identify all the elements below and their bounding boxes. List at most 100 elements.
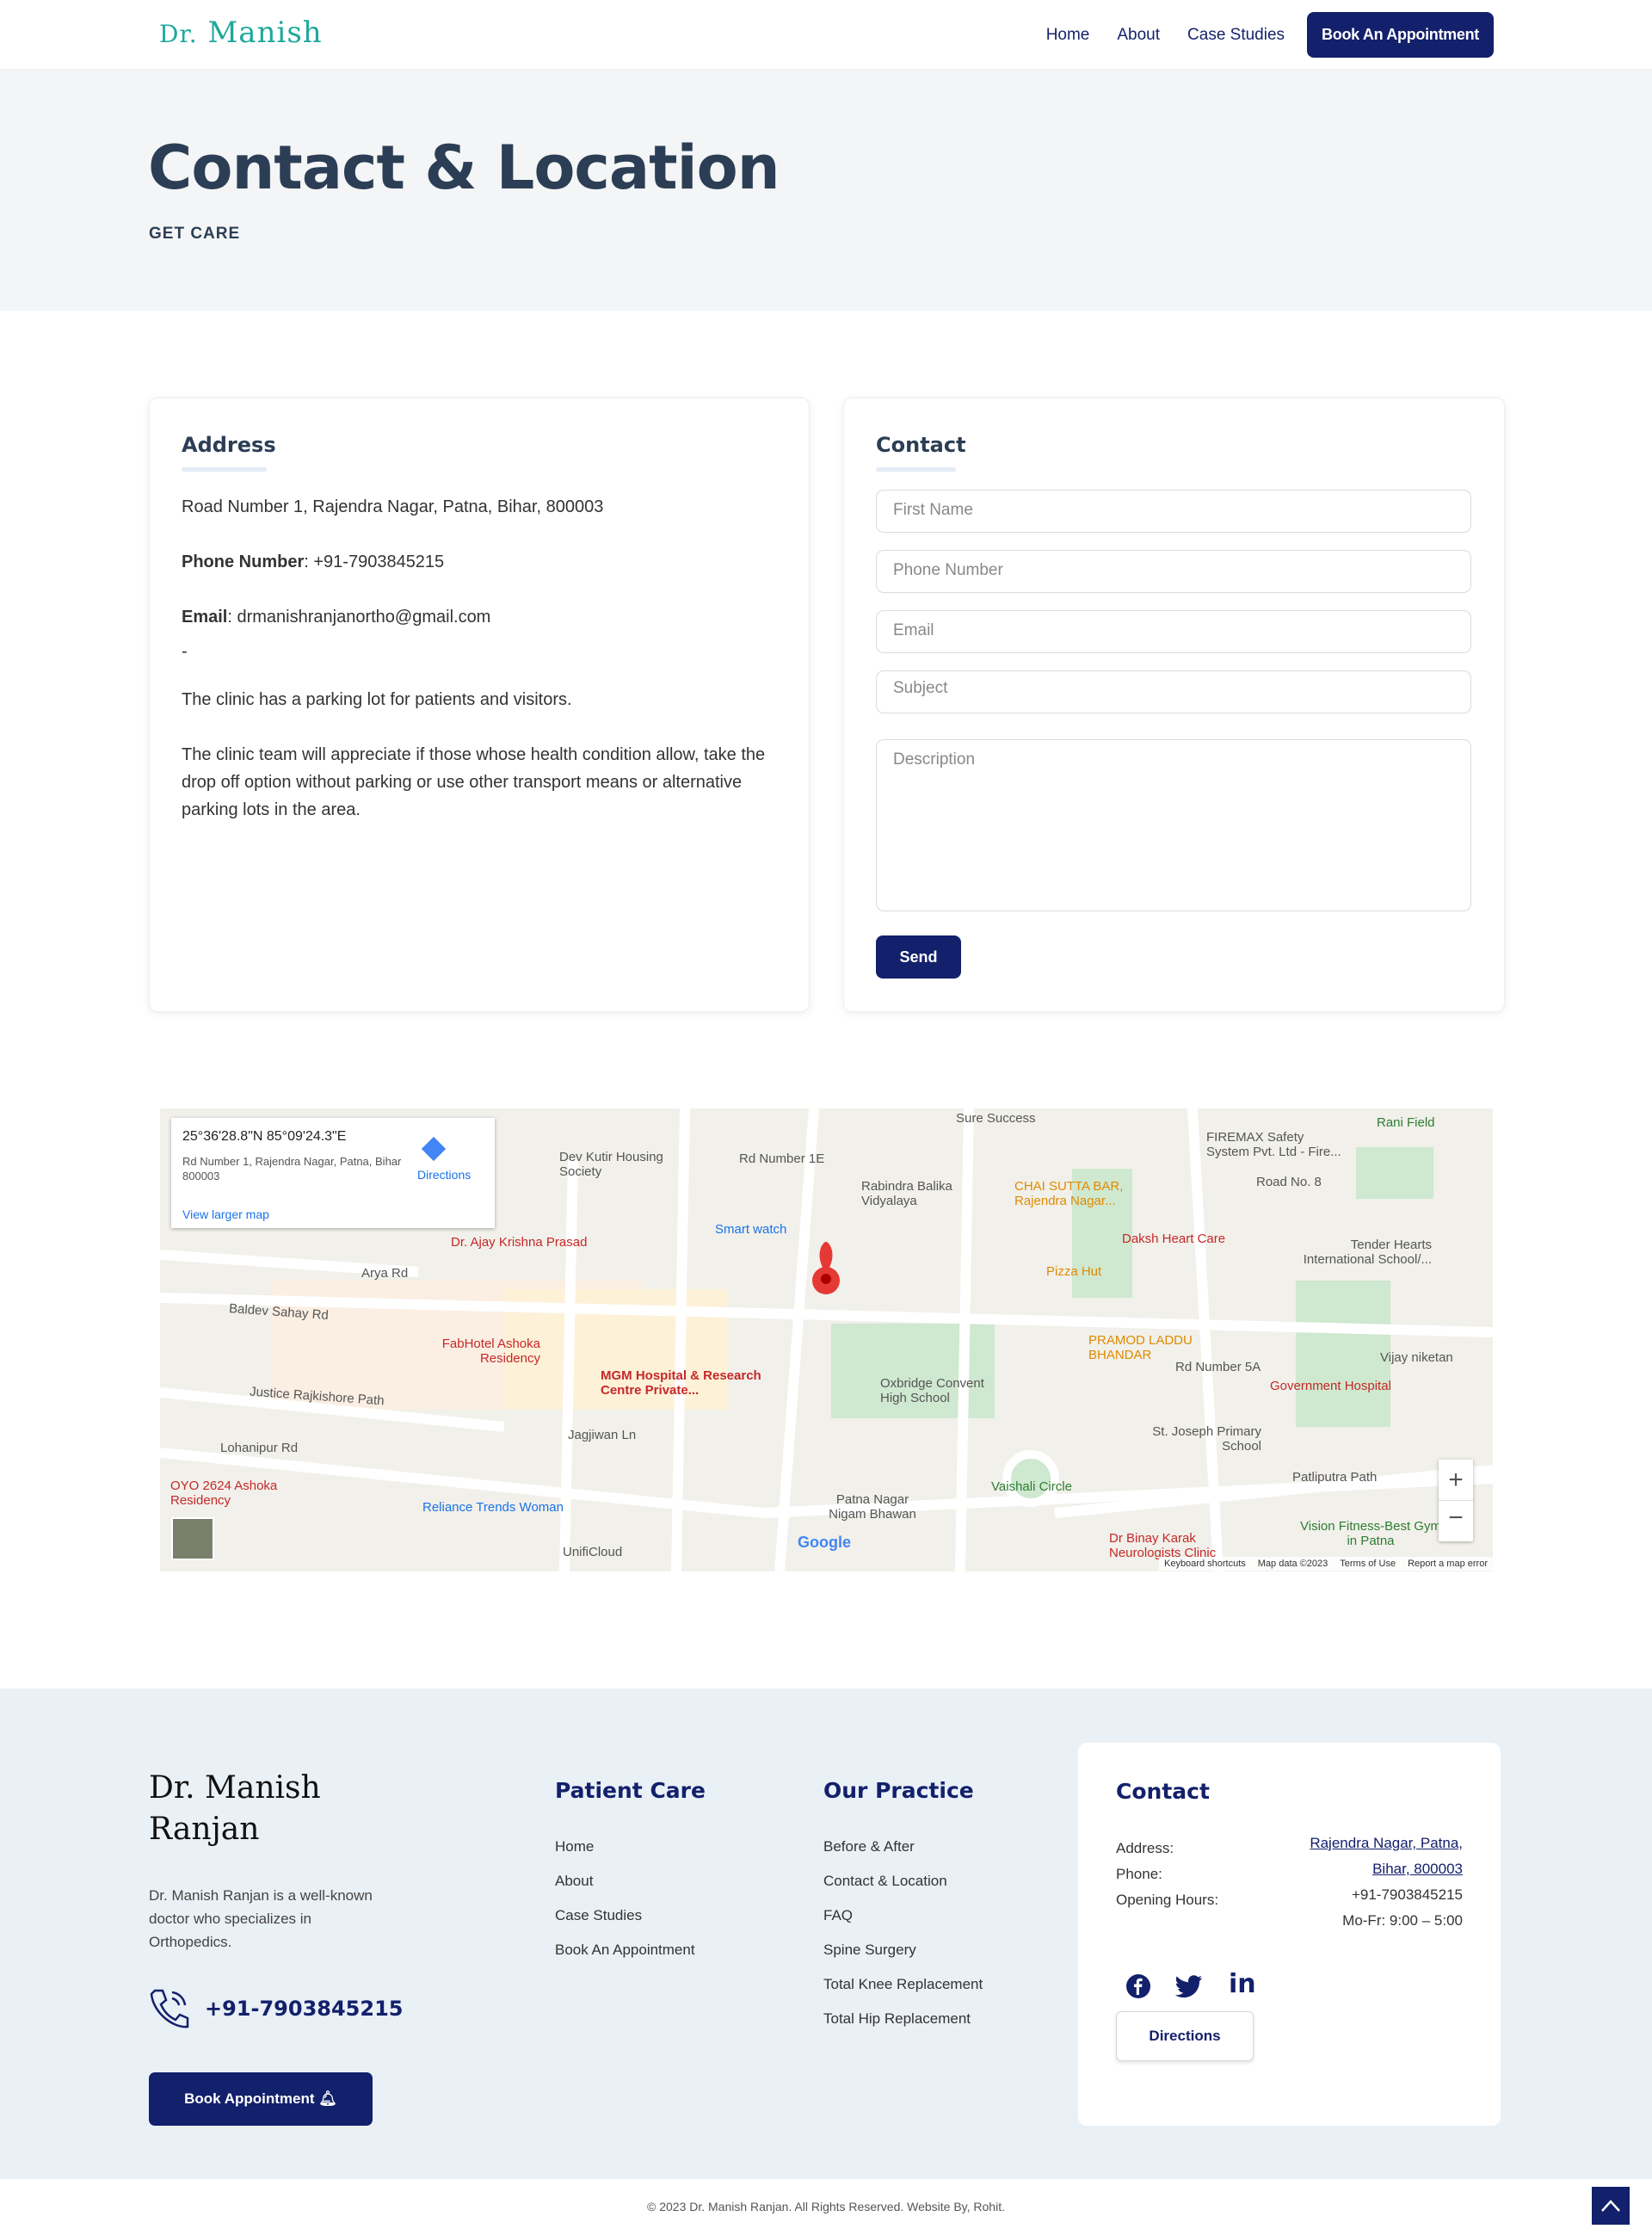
twitter-icon[interactable]: [1175, 1975, 1203, 1997]
footer-link-about[interactable]: About: [555, 1873, 593, 1890]
address-heading: Address: [182, 433, 276, 457]
map-label: Road No. 8: [1256, 1175, 1322, 1189]
footer-link-hip[interactable]: Total Hip Replacement: [823, 2010, 971, 2028]
nav-case-studies[interactable]: Case Studies: [1187, 26, 1285, 45]
map-label[interactable]: Rani Field: [1377, 1115, 1435, 1130]
footer-link-case-studies[interactable]: Case Studies: [555, 1907, 642, 1924]
footer-contact-card: Contact Address: Phone: Opening Hours: R…: [1078, 1743, 1501, 2126]
main-nav: Home About Case Studies Book An Appointm…: [1046, 12, 1494, 58]
map-label[interactable]: Sure Success: [956, 1111, 1036, 1126]
map-label[interactable]: Dev Kutir Housing Society: [559, 1150, 671, 1179]
footer-link-book[interactable]: Book An Appointment: [555, 1942, 695, 1959]
nav-home[interactable]: Home: [1046, 26, 1090, 45]
map-label[interactable]: Smart watch: [715, 1222, 786, 1237]
map-label: Rd Number 5A: [1175, 1360, 1261, 1374]
email-line: Email: drmanishranjanortho@gmail.com: [182, 608, 491, 627]
footer-phone[interactable]: +91-7903845215: [205, 1997, 403, 2021]
patient-care-heading: Patient Care: [555, 1778, 706, 1803]
footer-link-spine[interactable]: Spine Surgery: [823, 1942, 916, 1959]
keyboard-shortcuts-link[interactable]: Keyboard shortcuts: [1164, 1559, 1246, 1569]
facebook-icon[interactable]: [1125, 1973, 1151, 1999]
zoom-out-button[interactable]: −: [1439, 1500, 1473, 1540]
map-info-box: 25°36'28.8"N 85°09'24.3"E Rd Number 1, R…: [171, 1118, 495, 1228]
map-label[interactable]: Patna Nagar Nigam Bhawan: [825, 1492, 920, 1522]
map-label[interactable]: Reliance Trends Woman: [422, 1500, 564, 1515]
contact-form-card: Contact First Name Phone Number Email Su…: [843, 398, 1505, 1012]
bell-icon: 🔔︎: [318, 2090, 337, 2107]
map-label[interactable]: PRAMOD LADDU BHANDAR: [1088, 1333, 1209, 1362]
first-name-input[interactable]: First Name: [876, 490, 1471, 533]
map-label[interactable]: Pizza Hut: [1046, 1264, 1101, 1279]
map-label[interactable]: FabHotel Ashoka Residency: [437, 1337, 540, 1366]
scroll-top-button[interactable]: [1592, 2187, 1630, 2225]
map-label[interactable]: Vaishali Circle: [991, 1479, 1072, 1494]
map-label[interactable]: Oxbridge Convent High School: [880, 1376, 1009, 1405]
heading-underline: [182, 467, 267, 472]
view-larger-map-link[interactable]: View larger map: [182, 1207, 269, 1221]
description-textarea[interactable]: Description: [876, 739, 1471, 911]
footer-contact-heading: Contact: [1116, 1779, 1210, 1804]
map-coordinates: 25°36'28.8"N 85°09'24.3"E: [182, 1129, 347, 1144]
embedded-map[interactable]: 25°36'28.8"N 85°09'24.3"E Rd Number 1, R…: [160, 1108, 1493, 1571]
map-label[interactable]: MGM Hospital & Research Centre Private..…: [601, 1368, 781, 1398]
zoom-controls: + −: [1439, 1460, 1473, 1541]
map-label[interactable]: Dr. Ajay Krishna Prasad: [451, 1235, 587, 1250]
contact-heading: Contact: [876, 433, 966, 457]
map-label[interactable]: Vijay niketan: [1380, 1350, 1453, 1365]
map-label[interactable]: Tender Hearts International School/...: [1285, 1238, 1432, 1267]
footer-about: Dr. Manish Ranjan is a well-known doctor…: [149, 1887, 373, 1950]
footer-link-faq[interactable]: FAQ: [823, 1907, 853, 1924]
footer-address-link1[interactable]: Rajendra Nagar, Patna,: [1310, 1835, 1463, 1852]
map-data-text: Map data ©2023: [1257, 1559, 1328, 1569]
dash-text: -: [182, 642, 188, 661]
map-label[interactable]: FIREMAX Safety System Pvt. Ltd - Fire...: [1206, 1130, 1344, 1159]
address-card: Address Road Number 1, Rajendra Nagar, P…: [149, 398, 810, 1012]
map-label[interactable]: Vision Fitness-Best Gym in Patna: [1298, 1519, 1444, 1548]
footer-book-button[interactable]: Book Appointment 🔔︎: [149, 2072, 373, 2126]
address-label: Address:: [1116, 1840, 1174, 1856]
footer-link-contact[interactable]: Contact & Location: [823, 1873, 947, 1890]
footer-link-knee[interactable]: Total Knee Replacement: [823, 1976, 983, 1993]
page-title: Contact & Location: [148, 133, 780, 203]
footer-hours: Mo-Fr: 9:00 – 5:00: [1342, 1912, 1463, 1929]
map-label: Lohanipur Rd: [220, 1441, 299, 1455]
book-appointment-button[interactable]: Book An Appointment: [1307, 12, 1494, 58]
map-footer: Keyboard shortcuts Map data ©2023 Terms …: [1158, 1557, 1493, 1571]
footer-link-home[interactable]: Home: [555, 1838, 594, 1855]
terms-link[interactable]: Terms of Use: [1340, 1559, 1396, 1569]
directions-icon[interactable]: [421, 1136, 447, 1162]
map-label[interactable]: St. Joseph Primary School: [1150, 1424, 1261, 1454]
satellite-toggle[interactable]: [171, 1517, 214, 1560]
footer-brand[interactable]: Dr. Manish Ranjan: [149, 1768, 321, 1850]
nav-about[interactable]: About: [1117, 26, 1160, 45]
report-error-link[interactable]: Report a map error: [1408, 1559, 1488, 1569]
address-text: Road Number 1, Rajendra Nagar, Patna, Bi…: [182, 497, 604, 516]
map-label[interactable]: Government Hospital: [1270, 1379, 1391, 1393]
subject-input[interactable]: Subject: [876, 670, 1471, 713]
site-header: Dr. Manish Home About Case Studies Book …: [0, 0, 1652, 70]
footer-link-before-after[interactable]: Before & After: [823, 1838, 915, 1855]
map-label: Patliputra Path: [1292, 1470, 1378, 1485]
email-input[interactable]: Email: [876, 610, 1471, 653]
zoom-in-button[interactable]: +: [1439, 1460, 1473, 1500]
linkedin-icon[interactable]: in: [1229, 1969, 1256, 1999]
send-button[interactable]: Send: [876, 935, 961, 979]
site-footer: Dr. Manish Ranjan Dr. Manish Ranjan is a …: [0, 1689, 1652, 2179]
map-label: Rd Number 1E: [739, 1151, 825, 1166]
parking-note: The clinic team will appreciate if those…: [182, 745, 766, 819]
map-label[interactable]: Dr Binay Karak Neurologists Clinic: [1109, 1531, 1247, 1560]
phone-line: Phone Number: +91-7903845215: [182, 553, 445, 571]
footer-address-link2[interactable]: Bihar, 800003: [1372, 1861, 1463, 1878]
map-directions-link[interactable]: Directions: [417, 1168, 471, 1182]
footer-contact-phone: +91-7903845215: [1351, 1886, 1463, 1903]
map-label[interactable]: OYO 2624 Ashoka Residency: [170, 1479, 299, 1508]
logo[interactable]: Dr. Manish: [159, 15, 323, 50]
practice-heading: Our Practice: [823, 1778, 974, 1803]
footer-directions-button[interactable]: Directions: [1116, 2011, 1254, 2061]
phone-input[interactable]: Phone Number: [876, 550, 1471, 593]
copyright-bar: © 2023 Dr. Manish Ranjan. All Rights Res…: [0, 2179, 1652, 2235]
map-label[interactable]: Rabindra Balika Vidyalaya: [861, 1179, 973, 1208]
map-label[interactable]: UnifiCloud: [563, 1545, 622, 1559]
map-label[interactable]: CHAI SUTTA BAR, Rajendra Nagar...: [1014, 1179, 1143, 1208]
map-label[interactable]: Daksh Heart Care: [1122, 1232, 1225, 1246]
